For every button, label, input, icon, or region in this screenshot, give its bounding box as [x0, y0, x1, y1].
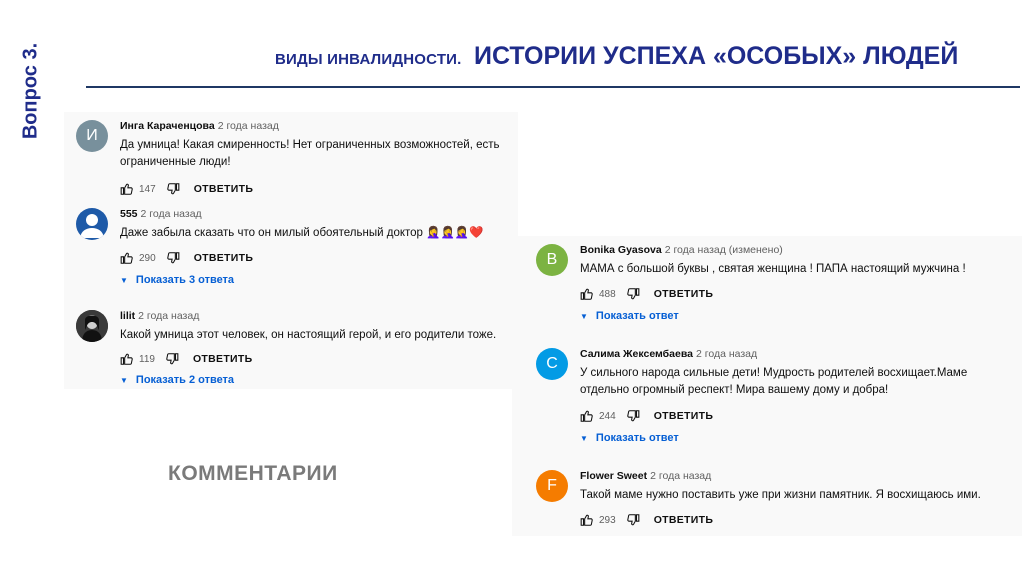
like-count: 293 [599, 514, 616, 526]
thumbs-up-icon[interactable] [580, 513, 594, 527]
comment-time[interactable]: 2 года назад (изменено) [665, 244, 783, 256]
avatar[interactable]: С [536, 348, 568, 380]
thumbs-up-icon[interactable] [580, 287, 594, 301]
comment-time[interactable]: 2 года назад [138, 310, 199, 322]
like-count: 488 [599, 288, 616, 300]
reply-button[interactable]: ОТВЕТИТЬ [654, 514, 714, 526]
reply-button[interactable]: ОТВЕТИТЬ [654, 410, 714, 422]
show-replies-button[interactable]: ▼ Показать 3 ответа [120, 274, 234, 286]
chevron-down-icon: ▼ [120, 376, 128, 385]
comment-text: Какой умница этот человек, он настоящий … [120, 329, 497, 341]
comment-text: МАМА с большой буквы , святая женщина ! … [580, 263, 966, 275]
reply-button[interactable]: ОТВЕТИТЬ [194, 183, 254, 195]
comment-time[interactable]: 2 года назад [218, 120, 279, 132]
thumbs-down-icon[interactable] [166, 251, 180, 265]
show-replies-button[interactable]: ▼ Показать 2 ответа [120, 374, 234, 386]
comment-author[interactable]: Flower Sweet [580, 470, 647, 482]
avatar[interactable]: И [76, 120, 108, 152]
comment-author[interactable]: Инга Караченцова [120, 120, 215, 132]
comments-screenshot-left: И Инга Караченцова 2 года назад Да умница… [64, 112, 518, 389]
comment-time[interactable]: 2 года назад [696, 348, 757, 360]
comment-time[interactable]: 2 года назад [650, 470, 711, 482]
like-count: 147 [139, 183, 156, 195]
thumbs-down-icon[interactable] [626, 409, 640, 423]
chevron-down-icon: ▼ [580, 312, 588, 321]
avatar[interactable]: B [536, 244, 568, 276]
thumbs-down-icon[interactable] [626, 513, 640, 527]
avatar[interactable]: F [536, 470, 568, 502]
comment-time[interactable]: 2 года назад [141, 208, 202, 220]
reply-button[interactable]: ОТВЕТИТЬ [194, 252, 254, 264]
thumbs-down-icon[interactable] [626, 287, 640, 301]
title-small: ВИДЫ ИНВАЛИДНОСТИ. [275, 51, 462, 68]
comment-author[interactable]: Салима Жексембаева [580, 348, 693, 360]
comments-caption: КОММЕНТАРИИ [168, 462, 338, 485]
like-count: 290 [139, 252, 156, 264]
show-replies-button[interactable]: ▼ Показать ответ [580, 432, 679, 444]
thumbs-down-icon[interactable] [165, 352, 179, 366]
comment-text: Да умница! Какая смиренность! Нет ограни… [120, 139, 500, 168]
thumbs-up-icon[interactable] [120, 182, 134, 196]
comment-author[interactable]: Bonika Gyasova [580, 244, 662, 256]
comment-author[interactable]: 555 [120, 208, 138, 220]
thumbs-up-icon[interactable] [120, 251, 134, 265]
like-count: 244 [599, 410, 616, 422]
like-count: 119 [139, 353, 155, 365]
thumbs-up-icon[interactable] [580, 409, 594, 423]
title-divider [86, 86, 1020, 88]
reply-button[interactable]: ОТВЕТИТЬ [193, 353, 253, 365]
question-label: Вопрос 3. [8, 36, 54, 146]
comments-screenshot-right: B Bonika Gyasova 2 года назад (изменено) … [512, 236, 1022, 536]
avatar[interactable] [76, 310, 108, 342]
photo-avatar-icon [76, 310, 108, 342]
avatar[interactable] [76, 208, 108, 240]
comment-author[interactable]: lilit [120, 310, 135, 322]
comment-text: Даже забыла сказать что он милый обоятел… [120, 227, 484, 239]
comment-text: У сильного народа сильные дети! Мудрость… [580, 367, 968, 396]
chevron-down-icon: ▼ [580, 434, 588, 443]
show-replies-button[interactable]: ▼ Показать ответ [580, 310, 679, 322]
question-label-text: Вопрос 3. [19, 42, 42, 140]
comment-text: Такой маме нужно поставить уже при жизни… [580, 489, 981, 501]
title-large: ИСТОРИИ УСПЕХА «ОСОБЫХ» ЛЮДЕЙ [473, 42, 959, 70]
person-icon [80, 214, 104, 238]
reply-button[interactable]: ОТВЕТИТЬ [654, 288, 714, 300]
slide-title: ВИДЫ ИНВАЛИДНОСТИ. ИСТОРИИ УСПЕХА «ОСОБЫ… [275, 42, 958, 71]
chevron-down-icon: ▼ [120, 276, 128, 285]
thumbs-up-icon[interactable] [120, 352, 134, 366]
thumbs-down-icon[interactable] [166, 182, 180, 196]
